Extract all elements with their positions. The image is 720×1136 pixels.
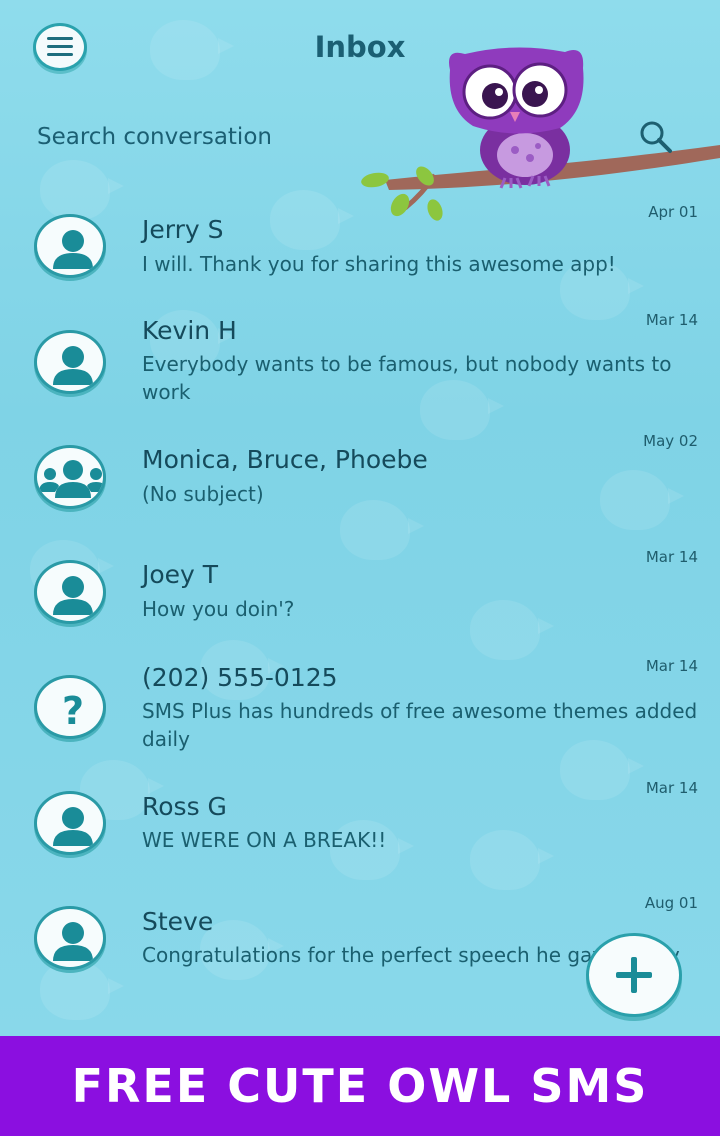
- conversation-item[interactable]: Jerry S Apr 01 I will. Thank you for sha…: [0, 196, 720, 296]
- message-preview: SMS Plus has hundreds of free awesome th…: [142, 699, 698, 751]
- search-input[interactable]: [37, 120, 457, 154]
- message-preview: (No subject): [142, 482, 264, 506]
- message-preview: I will. Thank you for sharing this aweso…: [142, 252, 616, 276]
- avatar: ?: [34, 675, 106, 739]
- contact-name: Steve: [142, 907, 214, 936]
- message-preview: How you doin'?: [142, 597, 295, 621]
- conversation-item[interactable]: Kevin H Mar 14 Everybody wants to be fam…: [0, 305, 720, 420]
- contact-name: Kevin H: [142, 316, 237, 345]
- search-bar: [37, 120, 680, 154]
- person-icon: [53, 922, 93, 961]
- avatar: [34, 791, 106, 855]
- question-icon: ?: [62, 689, 84, 733]
- avatar: [34, 330, 106, 394]
- message-date: Mar 14: [645, 311, 698, 329]
- inbox-screen: Inbox Search conversation Jerry S Apr 01…: [0, 0, 720, 1036]
- promo-text: FREE CUTE OWL SMS: [71, 1059, 649, 1113]
- message-preview: Everybody wants to be famous, but nobody…: [142, 352, 672, 404]
- group-icon: [39, 460, 103, 498]
- person-icon: [53, 230, 93, 269]
- message-date: Mar 14: [645, 657, 698, 675]
- avatar: [34, 560, 106, 624]
- message-date: May 02: [643, 432, 698, 450]
- contact-name: Joey T: [142, 560, 219, 589]
- message-date: Aug 01: [644, 894, 698, 912]
- conversation-item[interactable]: Joey T Mar 14 How you doin'?: [0, 545, 720, 645]
- contact-name: (202) 555-0125: [142, 663, 338, 692]
- svg-text:?: ?: [62, 689, 84, 733]
- message-date: Mar 14: [645, 548, 698, 566]
- person-icon: [53, 807, 93, 846]
- avatar: [34, 906, 106, 970]
- new-message-button[interactable]: [586, 933, 682, 1017]
- person-icon: [53, 576, 93, 615]
- contact-name: Monica, Bruce, Phoebe: [142, 445, 428, 474]
- conversation-item[interactable]: ? (202) 555-0125 Mar 14 SMS Plus has hun…: [0, 655, 720, 770]
- conversation-item[interactable]: Monica, Bruce, Phoebe May 02 (No subject…: [0, 430, 720, 530]
- plus-icon: [616, 957, 652, 993]
- message-date: Apr 01: [648, 203, 698, 221]
- avatar: [34, 445, 106, 509]
- promo-banner: FREE CUTE OWL SMS: [0, 1036, 720, 1136]
- person-icon: [53, 346, 93, 385]
- avatar: [34, 214, 106, 278]
- message-preview: WE WERE ON A BREAK!!: [142, 828, 387, 852]
- message-date: Mar 14: [645, 779, 698, 797]
- contact-name: Jerry S: [142, 215, 224, 244]
- search-icon[interactable]: [639, 120, 673, 154]
- conversation-item[interactable]: Ross G Mar 14 WE WERE ON A BREAK!!: [0, 778, 720, 878]
- contact-name: Ross G: [142, 792, 227, 821]
